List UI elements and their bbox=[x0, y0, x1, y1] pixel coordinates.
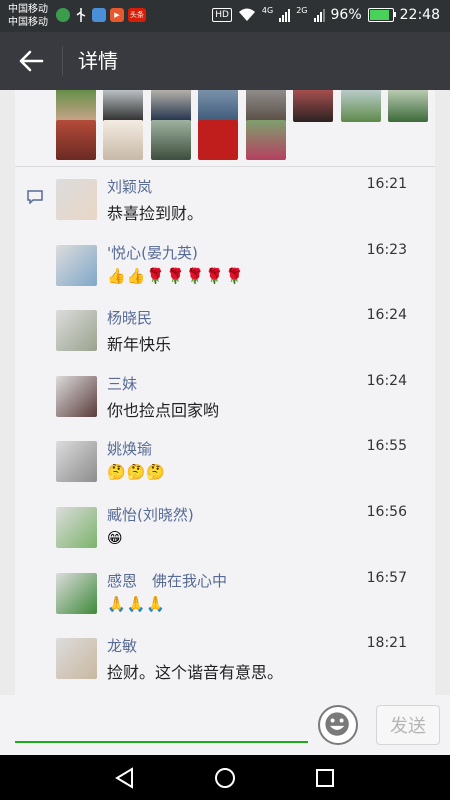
video-icon: ▶ bbox=[110, 8, 124, 22]
like-avatar[interactable] bbox=[56, 120, 96, 160]
clock: 22:48 bbox=[399, 7, 440, 23]
comment-item[interactable]: 姚焕瑜 16:55 🤔🤔🤔 bbox=[15, 438, 435, 507]
comment-time: 16:56 bbox=[366, 504, 407, 520]
battery-icon bbox=[367, 8, 396, 22]
comment-time: 16:23 bbox=[366, 241, 407, 258]
notification-icons: ▶ 头条 bbox=[56, 8, 146, 22]
network-type-2: 2G bbox=[296, 5, 308, 15]
like-avatar[interactable] bbox=[151, 120, 191, 160]
like-avatar[interactable] bbox=[56, 90, 96, 122]
comment-item[interactable]: 杨晓民 16:24 新年快乐 bbox=[15, 307, 435, 376]
comment-text: 恭喜捡到财。 bbox=[107, 204, 204, 223]
comment-time: 16:57 bbox=[366, 569, 407, 586]
toutiao-icon: 头条 bbox=[128, 8, 146, 22]
title-bar: 详情 bbox=[0, 32, 450, 90]
back-arrow-icon[interactable] bbox=[18, 49, 44, 73]
camera-icon bbox=[92, 8, 106, 22]
avatar[interactable] bbox=[56, 179, 97, 220]
avatar[interactable] bbox=[56, 572, 97, 614]
title-divider bbox=[62, 46, 63, 76]
network-type-1: 4G bbox=[261, 5, 274, 15]
comment-time: 16:24 bbox=[366, 372, 407, 389]
comment-emojis: 🤔🤔🤔 bbox=[107, 463, 167, 482]
page-title: 详情 bbox=[78, 49, 118, 73]
comment-emojis: 👍👍🌹🌹🌹🌹🌹 bbox=[107, 266, 245, 285]
like-avatar[interactable] bbox=[103, 90, 143, 122]
comment-emojis: 🙏🙏🙏 bbox=[107, 594, 167, 613]
comment-time: 16:55 bbox=[366, 438, 407, 455]
system-nav-bar bbox=[0, 755, 450, 800]
comment-time: 18:21 bbox=[366, 635, 407, 652]
commenter-name[interactable]: 臧怡(刘晓然) bbox=[107, 504, 194, 525]
commenter-name[interactable]: 姚焕瑜 bbox=[107, 438, 152, 459]
comment-time: 16:21 bbox=[366, 176, 407, 192]
comment-emojis: 😁 bbox=[107, 529, 124, 547]
like-avatar[interactable] bbox=[341, 90, 381, 122]
status-right: HD 4G 2G 96% 22:48 bbox=[212, 5, 440, 23]
avatar[interactable] bbox=[56, 507, 97, 548]
like-avatar[interactable] bbox=[246, 90, 286, 122]
usb-icon bbox=[74, 8, 88, 22]
carrier-2: 中国移动 bbox=[8, 17, 48, 28]
moment-detail: 刘颖岚 16:21 恭喜捡到财。 '悦心(晏九英) 16:23 👍👍🌹🌹🌹🌹🌹 杨晓民 16:… bbox=[15, 90, 435, 695]
like-avatar[interactable] bbox=[293, 90, 333, 122]
like-avatar[interactable] bbox=[388, 90, 428, 122]
comment-item[interactable]: 刘颖岚 16:21 恭喜捡到财。 bbox=[15, 176, 435, 245]
hd-badge: HD bbox=[212, 8, 232, 22]
comment-item[interactable]: 感恩 佛在我心中 16:57 🙏🙏🙏 bbox=[15, 569, 435, 639]
wifi-icon bbox=[238, 8, 255, 21]
emoji-button[interactable] bbox=[318, 705, 358, 745]
commenter-name[interactable]: 刘颖岚 bbox=[107, 176, 152, 197]
comment-item[interactable]: 龙敏 18:21 捡财。这个谐音有意思。 bbox=[15, 635, 435, 695]
battery-percent: 96% bbox=[330, 7, 362, 23]
commenter-name[interactable]: '悦心(晏九英) bbox=[107, 242, 198, 263]
avatar[interactable] bbox=[56, 244, 97, 286]
comment-input[interactable] bbox=[15, 741, 308, 743]
battery-fill bbox=[369, 10, 389, 20]
like-avatar[interactable] bbox=[198, 120, 238, 160]
status-bar: 中国移动 中国移动 ▶ 头条 HD 4G 2G 96% 22:48 bbox=[0, 0, 450, 32]
like-avatar[interactable] bbox=[103, 120, 143, 160]
likes-avatars bbox=[15, 90, 435, 167]
comment-text: 你也捡点回家哟 bbox=[107, 400, 220, 420]
like-avatar[interactable] bbox=[198, 90, 238, 122]
send-button[interactable]: 发送 bbox=[376, 705, 440, 745]
comment-item[interactable]: '悦心(晏九英) 16:23 👍👍🌹🌹🌹🌹🌹 bbox=[15, 241, 435, 311]
signal-icon-2 bbox=[313, 8, 325, 22]
commenter-name[interactable]: 三妹 bbox=[107, 373, 137, 394]
commenter-name[interactable]: 杨晓民 bbox=[107, 307, 152, 328]
carrier-1: 中国移动 bbox=[8, 4, 48, 15]
commenter-name[interactable]: 感恩 佛在我心中 bbox=[107, 570, 227, 591]
comment-item[interactable]: 臧怡(刘晓然) 16:56 😁 bbox=[15, 504, 435, 573]
avatar[interactable] bbox=[56, 441, 97, 483]
nav-back-icon[interactable] bbox=[114, 767, 136, 789]
commenter-name[interactable]: 龙敏 bbox=[107, 635, 137, 656]
like-avatar[interactable] bbox=[246, 120, 286, 160]
signal-icon-1 bbox=[279, 8, 291, 22]
carrier-labels: 中国移动 中国移动 bbox=[8, 3, 48, 29]
nav-home-icon[interactable] bbox=[214, 767, 236, 789]
comment-text: 新年快乐 bbox=[107, 335, 172, 355]
nav-recents-icon[interactable] bbox=[314, 767, 336, 789]
comment-item[interactable]: 三妹 16:24 你也捡点回家哟 bbox=[15, 372, 435, 442]
comment-text: 捡财。这个谐音有意思。 bbox=[107, 663, 284, 683]
like-avatar[interactable] bbox=[151, 90, 191, 122]
avatar[interactable] bbox=[56, 375, 97, 417]
avatar[interactable] bbox=[56, 638, 97, 680]
avatar[interactable] bbox=[56, 310, 97, 352]
comment-time: 16:24 bbox=[366, 307, 407, 324]
globe-icon bbox=[56, 8, 70, 22]
